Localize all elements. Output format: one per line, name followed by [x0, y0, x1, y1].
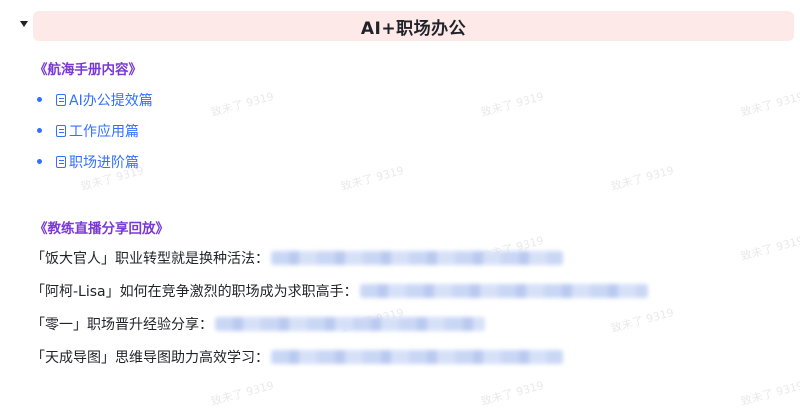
watermark: 致未了 9319	[209, 378, 276, 409]
watermark: 致未了 9319	[339, 163, 406, 194]
replay-label: 「饭大官人」职业转型就是换种活法：	[31, 250, 269, 267]
section-title-bar: AI+职场办公	[33, 11, 794, 41]
doc-link-label[interactable]: 工作应用篇	[69, 121, 139, 141]
watermark: 致未了 9319	[739, 378, 800, 409]
redacted-link[interactable]	[271, 349, 563, 364]
doc-link-career-advance[interactable]: 职场进阶篇	[34, 146, 153, 177]
bullet-icon	[37, 128, 42, 133]
watermark: 致未了 9319	[209, 89, 276, 120]
section-title: AI+职场办公	[360, 18, 467, 39]
replay-label: 「阿柯-Lisa」如何在竞争激烈的职场成为求职高手：	[31, 283, 358, 300]
bullet-icon	[37, 159, 42, 164]
watermark: 致未了 9319	[479, 89, 546, 120]
toggle-section: AI+职场办公	[12, 11, 794, 41]
watermark: 致未了 9319	[609, 163, 676, 194]
watermark: 致未了 9319	[739, 233, 800, 264]
redacted-link[interactable]	[215, 316, 485, 331]
redacted-link[interactable]	[271, 250, 563, 265]
doc-link-ai-office[interactable]: AI办公提效篇	[34, 84, 153, 115]
watermark: 致未了 9319	[739, 89, 800, 120]
handbook-list: AI办公提效篇 工作应用篇 职场进阶篇	[34, 84, 153, 177]
watermark: 致未了 9319	[479, 378, 546, 409]
bullet-icon	[37, 97, 42, 102]
replay-label: 「零一」职场晋升经验分享：	[31, 316, 213, 333]
redacted-link[interactable]	[359, 283, 648, 298]
list-item: 「天成导图」思维导图助力高效学习：	[31, 340, 648, 373]
caret-down-icon[interactable]	[20, 21, 28, 27]
replay-list: 「饭大官人」职业转型就是换种活法： 「阿柯-Lisa」如何在竞争激烈的职场成为求…	[31, 241, 648, 373]
document-icon	[56, 124, 66, 137]
doc-link-work-apps[interactable]: 工作应用篇	[34, 115, 153, 146]
doc-link-label[interactable]: AI办公提效篇	[69, 90, 153, 110]
replay-label: 「天成导图」思维导图助力高效学习：	[31, 349, 269, 366]
list-item: 「阿柯-Lisa」如何在竞争激烈的职场成为求职高手：	[31, 274, 648, 307]
document-icon	[56, 93, 66, 106]
list-item: 「饭大官人」职业转型就是换种活法：	[31, 241, 648, 274]
handbook-heading: 《航海手册内容》	[34, 62, 142, 78]
list-item: 「零一」职场晋升经验分享：	[31, 307, 648, 340]
document-icon	[56, 155, 66, 168]
replays-heading: 《教练直播分享回放》	[34, 221, 169, 237]
doc-link-label[interactable]: 职场进阶篇	[69, 152, 139, 172]
